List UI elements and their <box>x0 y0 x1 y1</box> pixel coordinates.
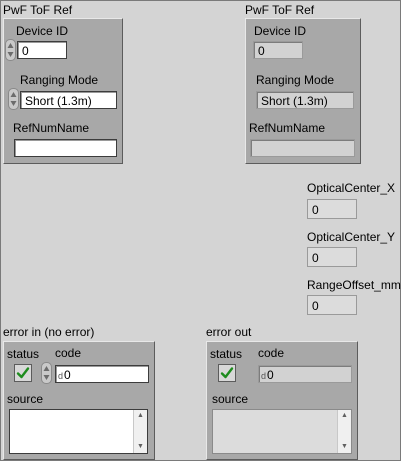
left-cluster-title: PwF ToF Ref <box>3 3 73 17</box>
right-device-id-label: Device ID <box>254 24 307 38</box>
right-ranging-mode-label: Ranging Mode <box>256 73 335 87</box>
error-in-radix: d <box>58 371 64 381</box>
left-device-id-spinner[interactable] <box>5 39 16 61</box>
optical-center-y-label: OpticalCenter_Y <box>307 230 396 244</box>
error-in-code-spinner[interactable] <box>41 362 52 384</box>
scroll-down-icon[interactable]: ▼ <box>338 441 351 453</box>
left-ranging-mode-spinner[interactable] <box>8 88 19 110</box>
scroll-up-icon[interactable]: ▲ <box>338 410 351 422</box>
right-device-id-indicator: 0 <box>253 41 303 59</box>
scroll-up-icon[interactable]: ▲ <box>134 410 147 422</box>
optical-center-y-indicator: 0 <box>307 247 357 267</box>
error-out-source-indicator: ▲ ▼ <box>212 409 352 454</box>
range-offset-indicator: 0 <box>307 295 357 315</box>
spinner-arrows-icon <box>43 366 50 380</box>
error-out-title: error out <box>206 325 252 339</box>
error-in-code-input[interactable]: d0 <box>55 365 149 383</box>
error-in-status-checkbox[interactable] <box>14 364 32 382</box>
optical-center-x-label: OpticalCenter_X <box>307 181 396 195</box>
left-device-id-input[interactable]: 0 <box>17 41 67 59</box>
error-out-code-indicator: d0 <box>258 365 352 383</box>
error-in-status-label: status <box>7 347 40 361</box>
error-out-source-scrollbar[interactable]: ▲ ▼ <box>337 410 351 453</box>
range-offset-label: RangeOffset_mm <box>307 278 401 292</box>
error-in-title: error in (no error) <box>3 325 95 339</box>
checkmark-icon <box>220 367 234 379</box>
right-cluster-title: PwF ToF Ref <box>245 3 315 17</box>
error-in-source-label: source <box>7 392 44 406</box>
error-in-code-value: 0 <box>64 368 71 382</box>
error-in-source-textarea[interactable]: ▲ ▼ <box>9 409 148 454</box>
spinner-arrows-icon <box>7 43 14 57</box>
error-in-source-scrollbar[interactable]: ▲ ▼ <box>133 410 147 453</box>
spinner-arrows-icon <box>10 92 17 106</box>
left-refnum-label: RefNumName <box>13 121 90 135</box>
left-ranging-mode-label: Ranging Mode <box>20 73 99 87</box>
error-out-code-label: code <box>258 346 285 360</box>
error-in-code-label: code <box>55 346 82 360</box>
checkmark-icon <box>16 367 30 379</box>
left-device-id-label: Device ID <box>16 24 69 38</box>
left-ranging-mode-select[interactable]: Short (1.3m) <box>20 91 117 109</box>
right-refnum-indicator <box>250 139 355 157</box>
error-out-source-label: source <box>212 392 249 406</box>
right-refnum-label: RefNumName <box>249 121 326 135</box>
left-refnum-input[interactable] <box>14 139 117 157</box>
error-out-radix: d <box>261 371 267 381</box>
error-out-status-led <box>218 364 236 382</box>
error-out-status-label: status <box>210 347 243 361</box>
error-out-code-value: 0 <box>267 368 274 382</box>
right-ranging-mode-indicator: Short (1.3m) <box>256 91 354 109</box>
optical-center-x-indicator: 0 <box>307 199 357 219</box>
scroll-down-icon[interactable]: ▼ <box>134 441 147 453</box>
